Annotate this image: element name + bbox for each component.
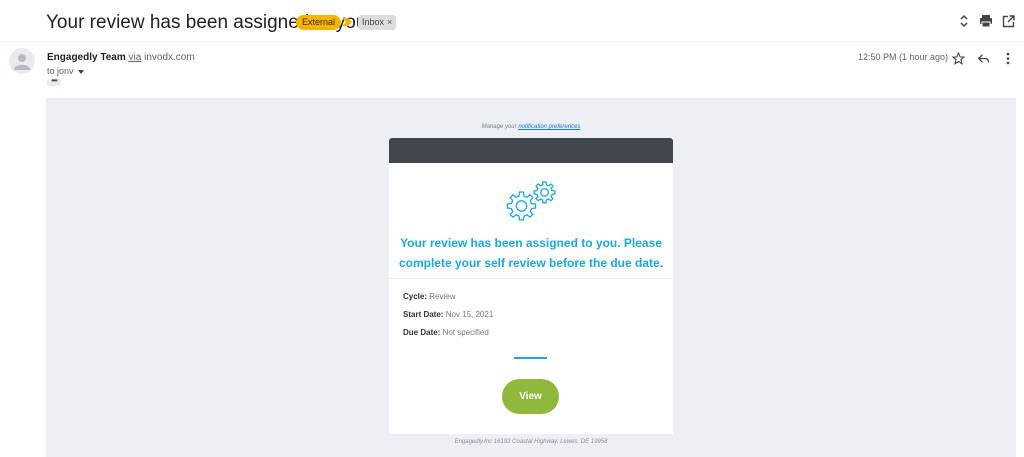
field-label: Start Date:: [403, 310, 444, 319]
field-value: Review: [429, 292, 456, 301]
remove-label-icon[interactable]: ×: [387, 17, 392, 27]
recipient-line[interactable]: to jonv: [47, 66, 84, 76]
caret-down-icon[interactable]: [77, 69, 84, 74]
card-headline: Your review has been assigned to you. Pl…: [397, 233, 665, 273]
email-card: Your review has been assigned to you. Pl…: [389, 138, 673, 434]
field-value: Not specified: [442, 328, 489, 337]
field-label: Cycle:: [403, 292, 428, 301]
avatar-person-icon: [14, 54, 30, 70]
sender-line: Engagedly Team via invodx.com: [47, 52, 195, 63]
print-icon[interactable]: [977, 12, 995, 30]
manage-prefix: Manage your: [481, 124, 517, 130]
headline-line-2: complete your self review before the due…: [398, 256, 664, 270]
open-in-new-window-icon[interactable]: [999, 12, 1017, 30]
label-inbox-text: Inbox: [362, 17, 385, 27]
view-button[interactable]: View: [502, 379, 559, 414]
timestamp: 12:50 PM (1 hour ago): [858, 52, 949, 62]
show-trimmed-content-button[interactable]: •••: [47, 77, 61, 86]
email-footer-address: Engagedly.Inc 16192 Coastal Highway, Lew…: [454, 439, 608, 445]
star-icon[interactable]: [950, 50, 966, 66]
label-inbox[interactable]: Inbox ×: [358, 15, 397, 30]
headline-line-1: Your review has been assigned to you. Pl…: [400, 236, 662, 250]
subject-bar: Your review has been assigned to you. Ex…: [0, 0, 1024, 42]
field-cycle: Cycle: Review: [403, 292, 455, 301]
field-due-date: Due Date: Not specified: [403, 328, 489, 337]
sender-name[interactable]: Engagedly Team: [47, 52, 126, 63]
sender-domain: invodx.com: [144, 52, 195, 63]
notification-preferences-link[interactable]: notification preferences: [518, 124, 580, 130]
field-label: Due Date:: [403, 328, 441, 337]
sender-avatar: [9, 48, 35, 74]
label-external[interactable]: External: [296, 15, 342, 30]
card-header: [389, 138, 673, 163]
card-divider: [389, 278, 673, 279]
up-down-arrows-icon[interactable]: [955, 12, 973, 30]
gears-icon: [506, 181, 556, 221]
manage-notifications-line: Manage your notification preferences: [46, 124, 1016, 130]
field-start-date: Start Date: Nov 15, 2021: [403, 310, 493, 319]
more-vert-icon[interactable]: [1000, 50, 1016, 66]
email-body: Manage your notification preferences You…: [46, 98, 1016, 457]
field-value: Nov 15, 2021: [445, 310, 494, 319]
recipient-text: to jonv: [47, 66, 74, 76]
importance-marker-icon[interactable]: [341, 16, 353, 28]
accent-rule: [514, 357, 547, 359]
reply-icon[interactable]: [975, 50, 991, 66]
via-link[interactable]: via: [129, 52, 142, 63]
